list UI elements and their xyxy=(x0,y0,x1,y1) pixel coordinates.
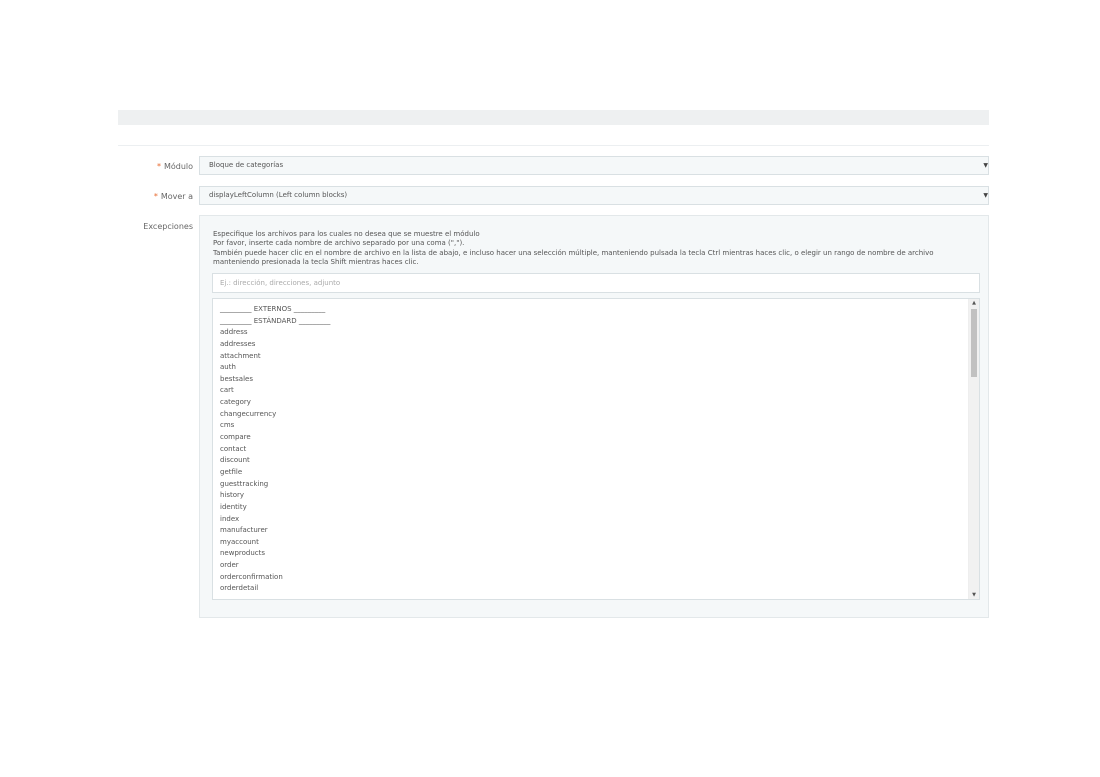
list-item[interactable]: guesttracking xyxy=(220,479,330,491)
scroll-up-icon[interactable]: ▲ xyxy=(969,300,979,306)
list-item[interactable]: addresses xyxy=(220,339,330,351)
module-select-value: Bloque de categorías xyxy=(209,161,284,169)
help-line: manteniendo presionada la tecla Shift mi… xyxy=(213,257,419,266)
module-label: * Módulo xyxy=(156,162,193,171)
move-to-label: * Mover a xyxy=(153,192,193,201)
scroll-down-icon[interactable]: ▼ xyxy=(969,592,979,598)
divider xyxy=(118,145,989,146)
list-item[interactable]: history xyxy=(220,490,330,502)
list-item[interactable]: getfile xyxy=(220,467,330,479)
list-item[interactable]: orderdetail xyxy=(220,583,330,595)
move-to-select-value: displayLeftColumn (Left column blocks) xyxy=(209,191,348,199)
exceptions-input[interactable]: Ej.: dirección, direcciones, adjunto xyxy=(212,273,980,293)
list-item[interactable]: discount xyxy=(220,455,330,467)
list-item[interactable]: _________ EXTERNOS _________ xyxy=(220,304,330,316)
list-item[interactable]: myaccount xyxy=(220,537,330,549)
exceptions-label: Excepciones xyxy=(143,222,193,231)
list-item[interactable]: identity xyxy=(220,502,330,514)
listbox-scrollbar[interactable]: ▲ ▼ xyxy=(968,299,979,599)
list-item[interactable]: bestsales xyxy=(220,374,330,386)
list-item[interactable]: orderconfirmation xyxy=(220,572,330,584)
caret-down-icon: ▼ xyxy=(983,162,988,169)
list-item[interactable]: changecurrency xyxy=(220,409,330,421)
list-item[interactable]: cms xyxy=(220,420,330,432)
scrollbar-thumb[interactable] xyxy=(971,309,977,377)
caret-down-icon: ▼ xyxy=(983,192,988,199)
help-line: Especifique los archivos para los cuales… xyxy=(213,230,480,238)
list-item[interactable]: newproducts xyxy=(220,548,330,560)
list-item[interactable]: index xyxy=(220,514,330,526)
list-item[interactable]: order xyxy=(220,560,330,572)
help-line: Por favor, inserte cada nombre de archiv… xyxy=(213,239,465,248)
list-item[interactable]: manufacturer xyxy=(220,525,330,537)
list-item[interactable]: address xyxy=(220,327,330,339)
list-item[interactable]: compare xyxy=(220,432,330,444)
required-mark: * xyxy=(153,192,158,201)
exceptions-listbox[interactable]: _________ EXTERNOS _________ _________ ES… xyxy=(212,298,980,600)
module-select[interactable]: Bloque de categorías ▼ xyxy=(199,156,989,175)
list-item[interactable]: contact xyxy=(220,444,330,456)
exceptions-panel: Especifique los archivos para los cuales… xyxy=(199,215,989,618)
help-text: Especifique los archivos para los cuales… xyxy=(213,230,978,267)
listbox-items: _________ EXTERNOS _________ _________ ES… xyxy=(220,304,330,595)
toolbar-strip xyxy=(118,110,989,125)
required-mark: * xyxy=(156,162,161,171)
list-item[interactable]: _________ ESTÁNDARD _________ xyxy=(220,316,330,328)
list-item[interactable]: category xyxy=(220,397,330,409)
help-line: También puede hacer clic en el nombre de… xyxy=(213,248,934,257)
list-item[interactable]: cart xyxy=(220,385,330,397)
list-item[interactable]: attachment xyxy=(220,351,330,363)
move-to-select[interactable]: displayLeftColumn (Left column blocks) ▼ xyxy=(199,186,989,205)
list-item[interactable]: auth xyxy=(220,362,330,374)
